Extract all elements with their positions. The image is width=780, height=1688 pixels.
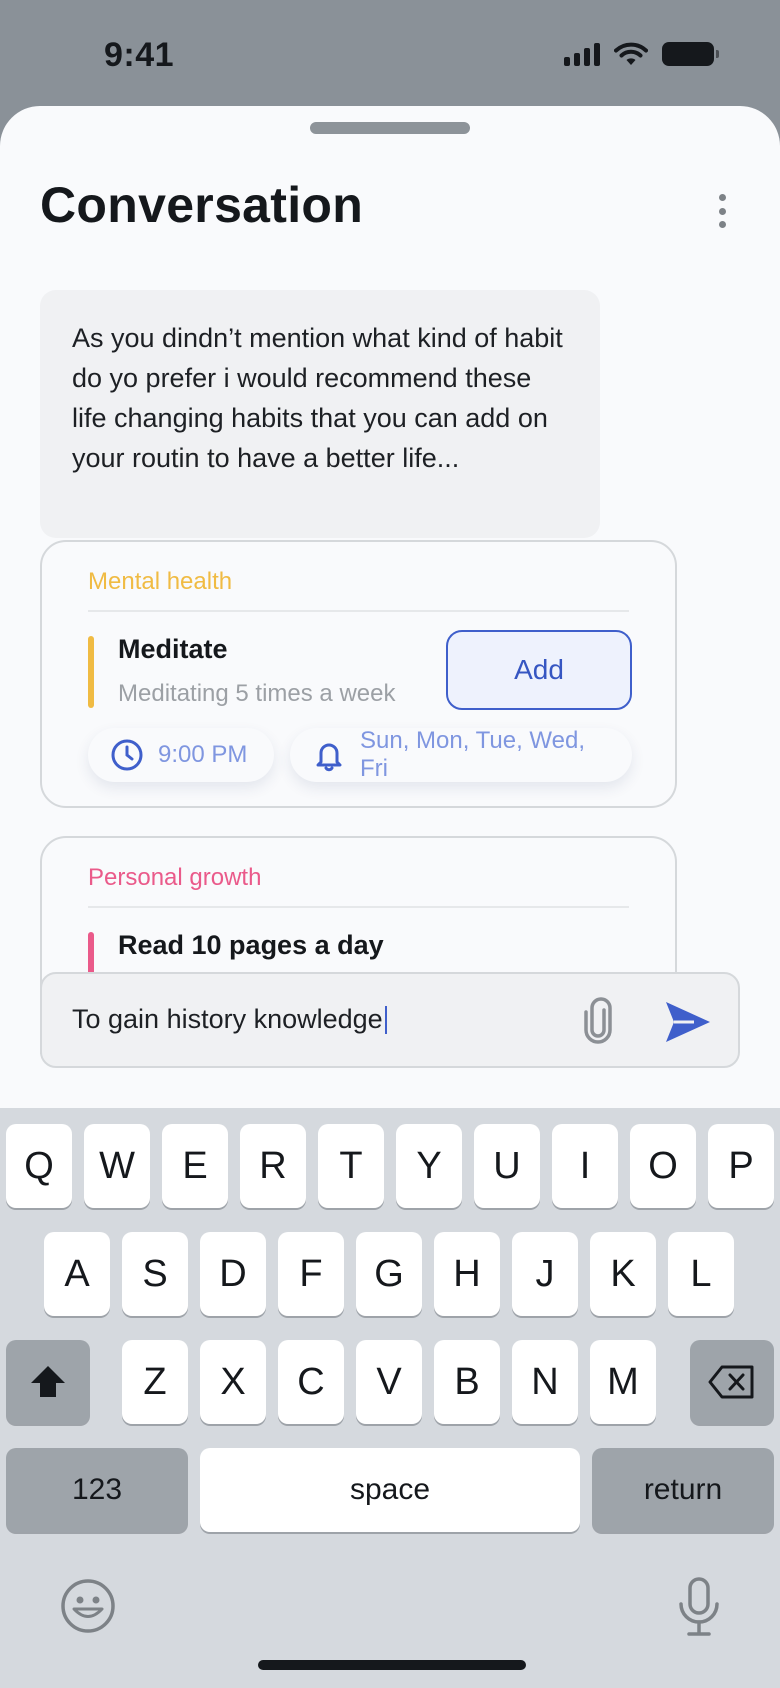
home-indicator [258, 1660, 526, 1670]
battery-icon [662, 42, 719, 66]
status-time: 9:41 [104, 36, 175, 74]
backspace-icon [708, 1365, 754, 1399]
habit-category: Personal growth [88, 864, 262, 891]
key-o[interactable]: O [630, 1124, 696, 1208]
more-options-button[interactable] [704, 190, 740, 232]
emoji-icon[interactable] [60, 1578, 116, 1634]
key-g[interactable]: G [356, 1232, 422, 1316]
key-c[interactable]: C [278, 1340, 344, 1424]
page-title: Conversation [40, 177, 364, 233]
habit-time: 9:00 PM [158, 741, 248, 768]
habit-days: Sun, Mon, Tue, Wed, Fri [360, 727, 586, 782]
key-l[interactable]: L [668, 1232, 734, 1316]
space-key[interactable]: space [200, 1448, 580, 1532]
wifi-icon [614, 42, 648, 65]
clock-icon [111, 739, 143, 771]
status-bar: 9:41 [0, 0, 780, 106]
key-w[interactable]: W [84, 1124, 150, 1208]
key-n[interactable]: N [512, 1340, 578, 1424]
key-z[interactable]: Z [122, 1340, 188, 1424]
reminder-days-chip[interactable]: Sun, Mon, Tue, Wed, Fri [290, 727, 632, 782]
key-r[interactable]: R [240, 1124, 306, 1208]
shift-key[interactable] [6, 1340, 90, 1424]
key-d[interactable]: D [200, 1232, 266, 1316]
key-e[interactable]: E [162, 1124, 228, 1208]
more-dot-icon [718, 207, 726, 215]
key-a[interactable]: A [44, 1232, 110, 1316]
message-input-value: To gain history knowledge [72, 1004, 383, 1034]
key-x[interactable]: X [200, 1340, 266, 1424]
message-input-text[interactable]: To gain history knowledge [72, 1004, 387, 1035]
key-q[interactable]: Q [6, 1124, 72, 1208]
key-h[interactable]: H [434, 1232, 500, 1316]
habit-title: Read 10 pages a day [118, 930, 384, 960]
habit-subtitle: Meditating 5 times a week [118, 680, 396, 707]
key-y[interactable]: Y [396, 1124, 462, 1208]
shift-icon [31, 1366, 65, 1397]
cellular-signal-icon [564, 42, 600, 66]
key-j[interactable]: J [512, 1232, 578, 1316]
more-dot-icon [718, 221, 726, 228]
backspace-key[interactable] [690, 1340, 774, 1424]
status-icons [564, 42, 719, 66]
return-key[interactable]: return [592, 1448, 774, 1532]
key-u[interactable]: U [474, 1124, 540, 1208]
add-habit-button[interactable]: Add [446, 630, 632, 710]
card-divider [88, 906, 629, 908]
key-t[interactable]: T [318, 1124, 384, 1208]
numbers-key[interactable]: 123 [6, 1448, 188, 1532]
paperclip-icon[interactable] [578, 996, 622, 1046]
key-s[interactable]: S [122, 1232, 188, 1316]
chat-area[interactable]: As you dindn’t mention what kind of habi… [0, 266, 780, 1054]
key-i[interactable]: I [552, 1124, 618, 1208]
habit-category: Mental health [88, 568, 233, 595]
send-icon[interactable] [664, 1000, 712, 1044]
assistant-message: As you dindn’t mention what kind of habi… [40, 290, 600, 538]
message-input[interactable]: To gain history knowledge [40, 972, 740, 1068]
bell-icon [316, 743, 342, 772]
key-v[interactable]: V [356, 1340, 422, 1424]
key-f[interactable]: F [278, 1232, 344, 1316]
sheet-grabber[interactable] [310, 122, 470, 134]
keyboard: QWERTYUIOP ASDFGHJKL ZXCVBNM 123 space r… [0, 1108, 780, 1688]
habit-accent-bar [88, 636, 94, 708]
microphone-icon[interactable] [676, 1576, 722, 1638]
card-divider [88, 610, 629, 612]
key-b[interactable]: B [434, 1340, 500, 1424]
habit-card: Mental health Meditate Meditating 5 time… [40, 540, 677, 808]
key-p[interactable]: P [708, 1124, 774, 1208]
key-k[interactable]: K [590, 1232, 656, 1316]
more-dot-icon [718, 194, 726, 201]
text-caret [384, 1005, 387, 1034]
time-chip[interactable]: 9:00 PM [88, 728, 274, 782]
key-m[interactable]: M [590, 1340, 656, 1424]
habit-title: Meditate [118, 634, 228, 664]
